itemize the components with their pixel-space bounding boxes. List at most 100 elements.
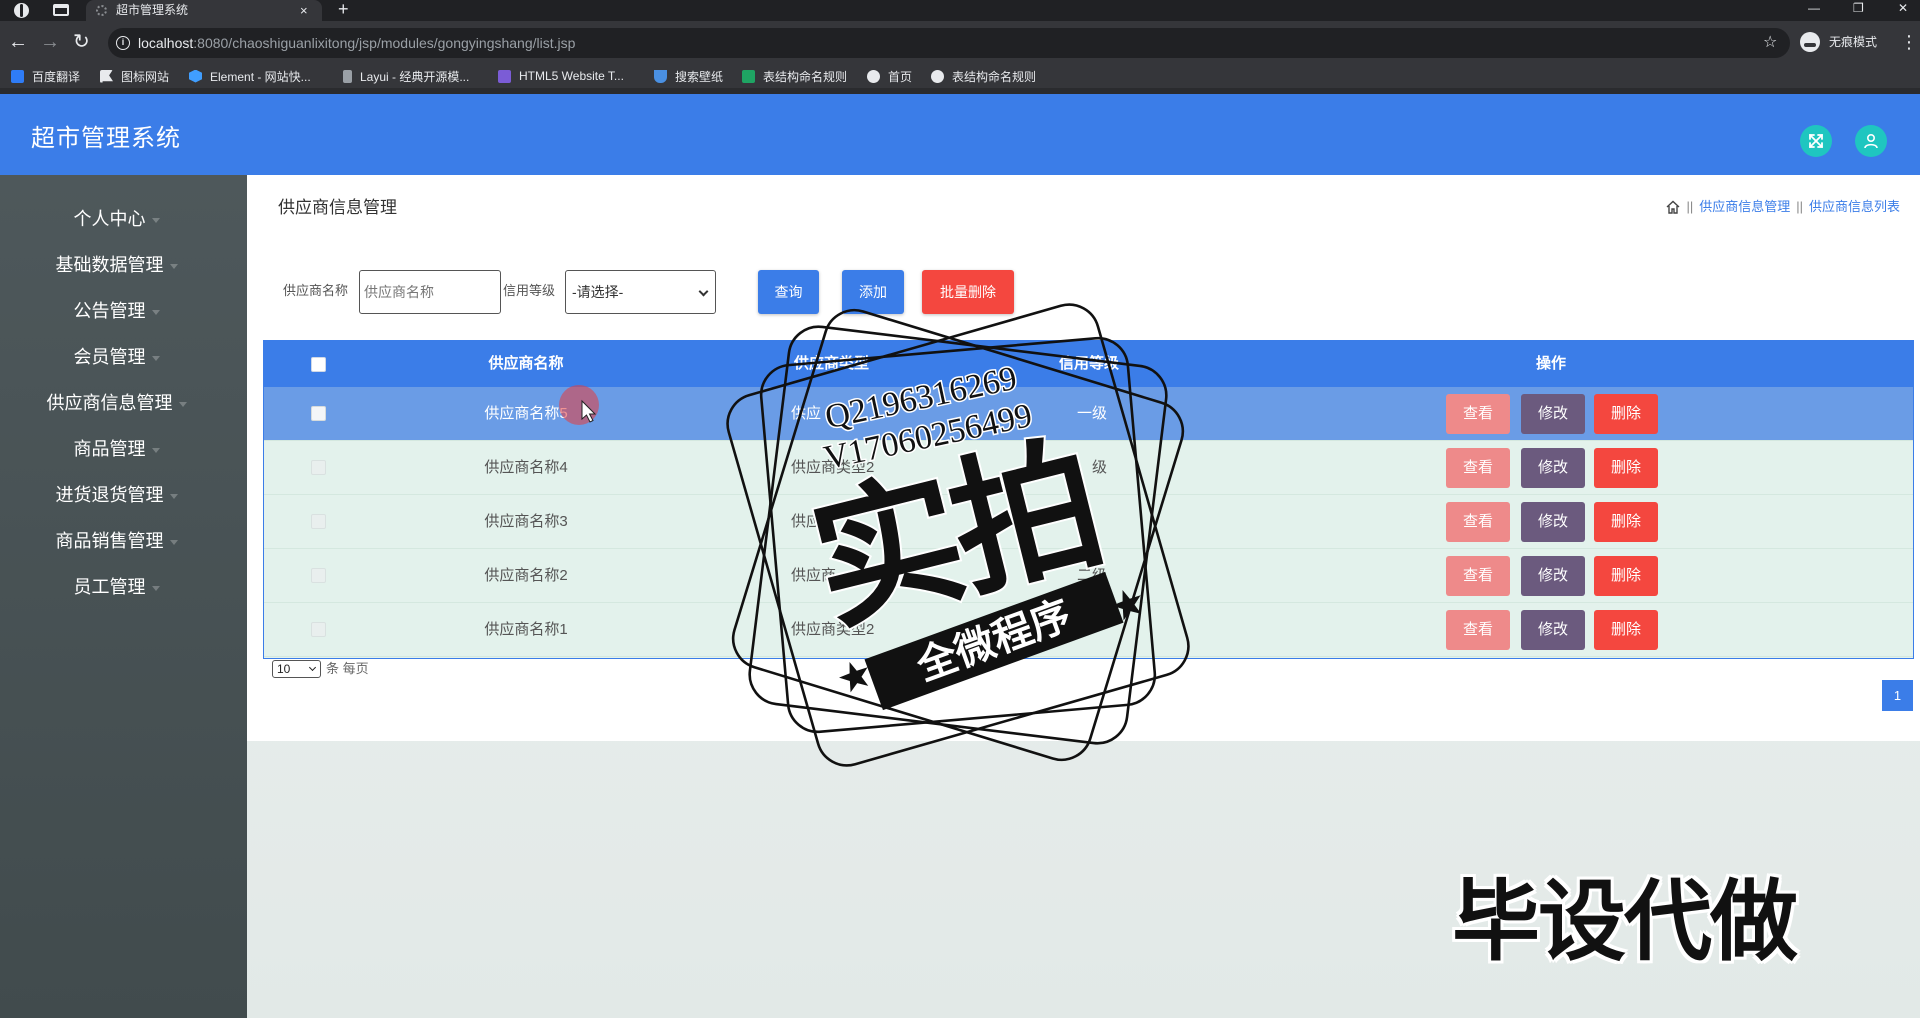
sidebar-item-basic-data[interactable]: 基础数据管理 (0, 241, 247, 287)
column-header-type: 供应商类型 (794, 355, 870, 372)
html5-icon (498, 69, 511, 83)
table-row[interactable]: 供应商名称4 供应商类型2 级 查看 修改 删除 (264, 441, 1913, 495)
batch-delete-button[interactable]: 批量删除 (922, 270, 1014, 314)
bookmark-item[interactable]: 首页 (867, 64, 912, 88)
watermark-corner-text: 毕设代做 (1452, 872, 1798, 971)
incognito-icon[interactable] (1800, 32, 1820, 52)
column-header-credit: 信用等级 (1058, 355, 1119, 372)
edit-button[interactable]: 修改 (1521, 556, 1585, 596)
sidebar-item-employees[interactable]: 员工管理 (0, 563, 247, 609)
sidebar-item-label: 进货退货管理 (55, 485, 164, 505)
reload-button[interactable]: ↻ (73, 30, 90, 54)
chevron-down-icon (151, 355, 160, 361)
sidebar-item-personal-center[interactable]: 个人中心 (0, 195, 247, 241)
globe-icon[interactable] (14, 3, 29, 18)
bookmark-label: 表结构命名规则 (763, 69, 848, 84)
sidebar-item-products[interactable]: 商品管理 (0, 425, 247, 471)
sidebar: 个人中心 基础数据管理 公告管理 会员管理 供应商信息管理 商品管理 进货退货管… (0, 175, 247, 1018)
app-header: 超市管理系统 (0, 94, 1920, 175)
delete-button[interactable]: 删除 (1594, 610, 1658, 650)
table-row[interactable]: 供应商名称3 供应 查看 修改 删除 (264, 495, 1913, 549)
view-button[interactable]: 查看 (1446, 610, 1510, 650)
user-button[interactable] (1855, 125, 1887, 157)
fullscreen-button[interactable] (1800, 125, 1832, 157)
browser-menu-button[interactable]: ⋮ (1900, 30, 1918, 54)
bookmark-item[interactable]: 图标网站 (100, 64, 169, 88)
globe-icon (931, 69, 944, 83)
sidebar-item-purchase-returns[interactable]: 进货退货管理 (0, 471, 247, 517)
minimize-button[interactable]: — (1808, 0, 1820, 16)
table-row[interactable]: 供应商名称5 供应 一级 查看 修改 删除 (264, 387, 1913, 441)
edit-button[interactable]: 修改 (1521, 502, 1585, 542)
row-checkbox[interactable] (311, 568, 326, 583)
row-checkbox[interactable] (311, 514, 326, 529)
globe-icon (867, 69, 880, 83)
credit-level-select[interactable]: -请选择- (565, 270, 716, 314)
incognito-label[interactable]: 无痕模式 (1829, 32, 1877, 52)
cell-name: 供应商名称2 (484, 567, 568, 584)
bookmark-label: 表结构命名规则 (952, 69, 1037, 84)
tab-title: 超市管理系统 (116, 3, 189, 17)
url-text[interactable]: localhost:8080/chaoshiguanlixitong/jsp/m… (138, 28, 575, 58)
view-button[interactable]: 查看 (1446, 502, 1510, 542)
breadcrumb-separator: || (1796, 199, 1803, 214)
bookmark-item[interactable]: 搜索壁纸 (654, 64, 723, 88)
edit-button[interactable]: 修改 (1521, 394, 1585, 434)
browser-tab-active[interactable]: 超市管理系统 × (86, 0, 322, 21)
sidebar-item-sales[interactable]: 商品销售管理 (0, 517, 247, 563)
delete-button[interactable]: 删除 (1594, 448, 1658, 488)
bookmark-item[interactable]: Layui - 经典开源模... (343, 64, 469, 88)
restore-button[interactable]: ❐ (1853, 0, 1864, 16)
view-button[interactable]: 查看 (1446, 394, 1510, 434)
window-close-button[interactable]: ✕ (1898, 0, 1908, 16)
sidebar-item-announcements[interactable]: 公告管理 (0, 287, 247, 333)
row-checkbox[interactable] (311, 406, 326, 421)
chevron-down-icon (169, 539, 178, 545)
view-button[interactable]: 查看 (1446, 448, 1510, 488)
bookmark-star-icon[interactable]: ☆ (1763, 28, 1777, 58)
chevron-down-icon (151, 585, 160, 591)
view-button[interactable]: 查看 (1446, 556, 1510, 596)
delete-button[interactable]: 删除 (1594, 556, 1658, 596)
site-info-icon[interactable]: i (116, 36, 130, 50)
bookmark-item[interactable]: 百度翻译 (11, 64, 80, 88)
cell-name: 供应商名称1 (484, 621, 568, 638)
bookmark-item[interactable]: Element - 网站快... (189, 64, 311, 88)
table-row[interactable]: 供应商名称1 供应商类型2 查看 修改 删除 (264, 603, 1913, 657)
home-icon[interactable] (1666, 200, 1680, 214)
address-bar[interactable]: i localhost:8080/chaoshiguanlixitong/jsp… (108, 28, 1790, 58)
bookmark-item[interactable]: 表结构命名规则 (742, 64, 847, 88)
add-button[interactable]: 添加 (842, 270, 904, 314)
delete-button[interactable]: 删除 (1594, 502, 1658, 542)
chevron-down-icon (151, 309, 160, 315)
cell-credit: 二级 (1076, 567, 1107, 584)
page-size-select[interactable]: 10 (272, 660, 321, 678)
tab-close-icon[interactable]: × (300, 0, 308, 21)
supplier-name-input[interactable] (359, 270, 501, 314)
forward-button[interactable]: → (40, 30, 60, 54)
sidebar-item-suppliers[interactable]: 供应商信息管理 (0, 379, 247, 425)
new-tab-button[interactable]: + (338, 0, 349, 20)
pagination-page-button[interactable]: 1 (1882, 680, 1913, 711)
row-checkbox[interactable] (311, 460, 326, 475)
sidebar-item-members[interactable]: 会员管理 (0, 333, 247, 379)
query-button[interactable]: 查询 (758, 270, 819, 314)
select-all-checkbox[interactable] (311, 357, 326, 372)
user-icon (1864, 133, 1878, 149)
credit-level-label: 信用等级 (503, 283, 556, 298)
back-button[interactable]: ← (8, 30, 28, 54)
bookmark-item[interactable]: 表结构命名规则 (931, 64, 1036, 88)
window-icon[interactable] (53, 4, 69, 16)
edit-button[interactable]: 修改 (1521, 448, 1585, 488)
edit-button[interactable]: 修改 (1521, 610, 1585, 650)
cell-type: 供应商类型2 (791, 459, 875, 476)
table-row[interactable]: 供应商名称2 供应商 二级 查看 修改 删除 (264, 549, 1913, 603)
page-title: 供应商信息管理 (278, 198, 397, 217)
row-checkbox[interactable] (311, 622, 326, 637)
bookmark-item[interactable]: HTML5 Website T... (498, 64, 624, 88)
delete-button[interactable]: 删除 (1594, 394, 1658, 434)
fullscreen-icon (1809, 134, 1823, 148)
chevron-down-icon (308, 663, 317, 672)
breadcrumb-link[interactable]: 供应商信息管理 (1699, 199, 1790, 215)
cell-name: 供应商名称4 (484, 459, 568, 476)
